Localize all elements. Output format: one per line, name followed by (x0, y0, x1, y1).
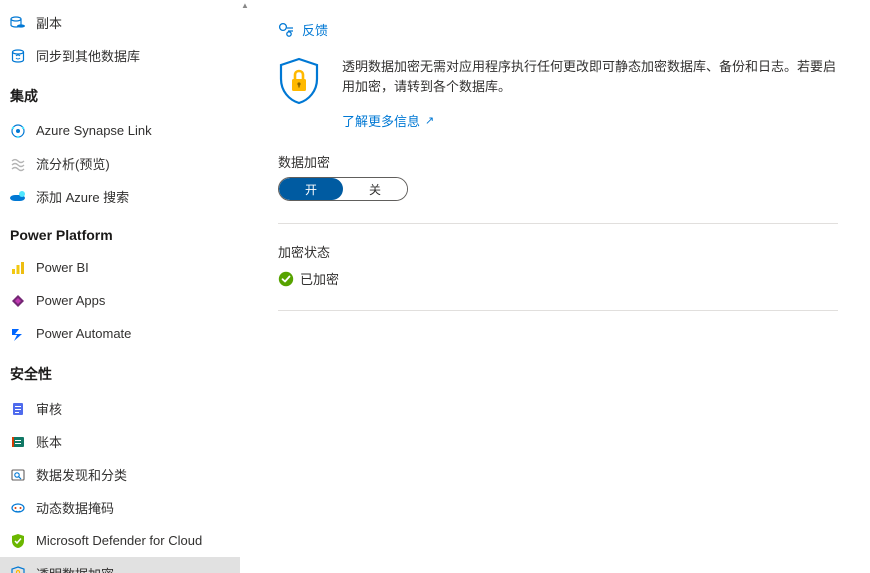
info-block: 透明数据加密无需对应用程序执行任何更改即可静态加密数据库、备份和日志。若要启用加… (278, 57, 842, 130)
sidebar-section-2: Power Platform (0, 213, 240, 251)
sidebar-item-mask[interactable]: 动态数据掩码 (0, 491, 240, 524)
feedback-label: 反馈 (302, 20, 328, 39)
sidebar-item-audit[interactable]: 审核 (0, 392, 240, 425)
learn-more-label: 了解更多信息 (342, 111, 420, 130)
learn-more-link[interactable]: 了解更多信息 ↗ (342, 111, 434, 130)
sidebar-item-label: 账本 (36, 432, 62, 451)
feedback-link[interactable]: 反馈 (278, 20, 842, 39)
powerbi-icon (10, 260, 26, 276)
encryption-section: 数据加密 开 关 (278, 152, 842, 201)
sidebar-item-ledger[interactable]: 账本 (0, 425, 240, 458)
sync-icon (10, 48, 26, 64)
sidebar-item-synapse[interactable]: Azure Synapse Link (0, 114, 240, 147)
replica-icon (10, 15, 26, 31)
sidebar-item-label: 动态数据掩码 (36, 498, 114, 517)
sidebar: ▲ 副本同步到其他数据库集成 Azure Synapse Link 流分析(预览) 添… (0, 0, 250, 573)
encryption-label: 数据加密 (278, 152, 842, 171)
stream-icon (10, 156, 26, 172)
sidebar-scrollbar[interactable]: ▲ (240, 0, 250, 573)
main-content: 反馈 透明数据加密无需对应用程序执行任何更改即可静态加密数据库、备份和日志。若要… (250, 0, 870, 573)
status-label: 加密状态 (278, 242, 842, 261)
sidebar-item-powerautomate[interactable]: Power Automate (0, 317, 240, 350)
sidebar-item-powerapps[interactable]: Power Apps (0, 284, 240, 317)
sidebar-item-label: 副本 (36, 13, 62, 32)
status-section: 加密状态 已加密 (278, 242, 842, 288)
sidebar-item-label: Power Automate (36, 326, 131, 341)
sidebar-item-tde[interactable]: 透明数据加密 (0, 557, 240, 573)
sidebar-section-1: 集成 (0, 72, 240, 114)
toggle-off[interactable]: 关 (343, 178, 407, 200)
discovery-icon (10, 467, 26, 483)
sidebar-item-label: 添加 Azure 搜索 (36, 187, 129, 206)
sidebar-item-label: 审核 (36, 399, 62, 418)
info-text: 透明数据加密无需对应用程序执行任何更改即可静态加密数据库、备份和日志。若要启用加… (342, 57, 842, 97)
status-value: 已加密 (300, 269, 339, 288)
sidebar-item-label: Microsoft Defender for Cloud (36, 533, 202, 548)
sidebar-item-label: Power Apps (36, 293, 105, 308)
defender-icon (10, 533, 26, 549)
status-row: 已加密 (278, 269, 842, 288)
feedback-icon (278, 22, 294, 38)
sidebar-item-defender[interactable]: Microsoft Defender for Cloud (0, 524, 240, 557)
sidebar-item-label: Power BI (36, 260, 89, 275)
sidebar-item-label: 透明数据加密 (36, 564, 114, 573)
synapse-icon (10, 123, 26, 139)
sidebar-item-discovery[interactable]: 数据发现和分类 (0, 458, 240, 491)
powerapps-icon (10, 293, 26, 309)
section-divider (278, 223, 838, 224)
tde-icon (10, 566, 26, 573)
powerautomate-icon (10, 326, 26, 342)
sidebar-item-label: 流分析(预览) (36, 154, 110, 173)
sidebar-item-label: Azure Synapse Link (36, 123, 152, 138)
shield-lock-icon (278, 57, 320, 105)
search-add-icon (10, 189, 26, 205)
mask-icon (10, 500, 26, 516)
scroll-up-icon[interactable]: ▲ (240, 0, 250, 10)
info-text-block: 透明数据加密无需对应用程序执行任何更改即可静态加密数据库、备份和日志。若要启用加… (342, 57, 842, 130)
success-check-icon (278, 271, 294, 287)
sidebar-item-powerbi[interactable]: Power BI (0, 251, 240, 284)
sidebar-item-replica[interactable]: 副本 (0, 6, 240, 39)
section-divider-2 (278, 310, 838, 311)
external-link-icon: ↗ (425, 114, 434, 127)
sidebar-item-stream[interactable]: 流分析(预览) (0, 147, 240, 180)
sidebar-item-sync[interactable]: 同步到其他数据库 (0, 39, 240, 72)
audit-icon (10, 401, 26, 417)
sidebar-item-label: 数据发现和分类 (36, 465, 127, 484)
encryption-toggle[interactable]: 开 关 (278, 177, 408, 201)
sidebar-item-label: 同步到其他数据库 (36, 46, 140, 65)
sidebar-section-3: 安全性 (0, 350, 240, 392)
ledger-icon (10, 434, 26, 450)
sidebar-item-search-add[interactable]: 添加 Azure 搜索 (0, 180, 240, 213)
toggle-on[interactable]: 开 (279, 178, 343, 200)
